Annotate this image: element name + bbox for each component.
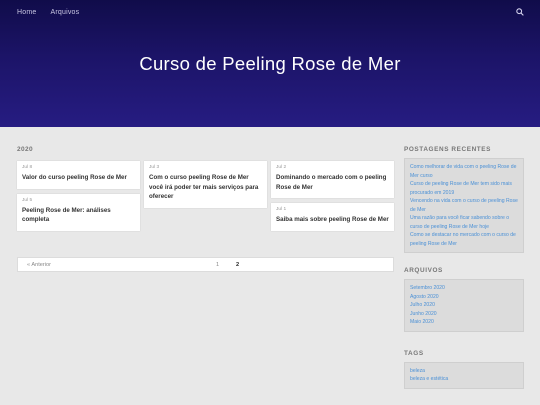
archive-link[interactable]: Julho 2020 xyxy=(410,301,518,310)
year-heading: 2020 xyxy=(17,146,34,153)
post-title[interactable]: Peeling Rose de Mer: análises completa xyxy=(22,206,135,225)
post-grid: 2020 Jul 8 Valor do curso peeling Rose d… xyxy=(17,146,394,231)
page-1-link[interactable]: 1 xyxy=(216,262,219,268)
post-date: Jul 2 xyxy=(276,165,287,170)
post-date: Jul 5 xyxy=(22,197,33,203)
post-card[interactable]: Jul 5 Peeling Rose de Mer: análises comp… xyxy=(17,193,140,231)
post-column-1: Jul 8 Valor do curso peeling Rose de Mer… xyxy=(17,161,140,236)
archive-link[interactable]: Maio 2020 xyxy=(410,318,518,327)
tags-heading: TAGS xyxy=(404,349,424,357)
top-nav: Home Arquivos xyxy=(0,0,540,24)
post-card[interactable]: Jul 3 Com o curso peeling Rose de Mer vo… xyxy=(144,161,267,208)
site-title: Curso de Peeling Rose de Mer xyxy=(139,53,401,74)
recent-post-link[interactable]: Vencendo na vida com o curso de peeling … xyxy=(410,197,518,214)
recent-posts-list: Como melhorar de vida com o peeling Rose… xyxy=(404,158,524,253)
archive-link[interactable]: Setembro 2020 xyxy=(410,284,518,293)
page-2-current: 2 xyxy=(236,262,240,268)
post-title[interactable]: Com o curso peeling Rose de Mer você irá… xyxy=(149,173,262,202)
recent-post-link[interactable]: Uma razão para você ficar sabendo sobre … xyxy=(410,214,518,231)
tag-link[interactable]: beleza xyxy=(410,367,518,376)
archive-link[interactable]: Agosto 2020 xyxy=(410,293,518,302)
recent-posts-heading: POSTAGENS RECENTES xyxy=(404,146,492,153)
sidebar: POSTAGENS RECENTES Como melhorar de vida… xyxy=(404,146,524,389)
post-column-3: Jul 2 Dominando o mercado com o peeling … xyxy=(271,161,394,236)
post-card[interactable]: Jul 8 Valor do curso peeling Rose de Mer xyxy=(17,161,140,189)
archives-list: Setembro 2020 Agosto 2020 Julho 2020 Jun… xyxy=(404,279,524,332)
prev-page-link[interactable]: « Anterior xyxy=(27,262,51,268)
post-date: Jul 1 xyxy=(276,207,287,212)
post-column-2: Jul 3 Com o curso peeling Rose de Mer vo… xyxy=(144,161,267,213)
post-title[interactable]: Dominando o mercado com o peeling Rose d… xyxy=(276,173,389,192)
tags-list: beleza beleza e estética xyxy=(404,361,524,389)
post-card[interactable]: Jul 1 Saiba mais sobre peeling Rose de M… xyxy=(271,203,394,231)
pagination: « Anterior 1 2 xyxy=(17,257,394,272)
recent-post-link[interactable]: Como melhorar de vida com o peeling Rose… xyxy=(410,163,518,180)
recent-post-link[interactable]: Como se destacar no mercado com o curso … xyxy=(410,231,518,248)
archives-heading: ARQUIVOS xyxy=(404,267,443,274)
recent-post-link[interactable]: Curso de peeling Rose de Mer tem sido ma… xyxy=(410,180,518,197)
post-date: Jul 3 xyxy=(149,165,160,170)
post-title[interactable]: Valor do curso peeling Rose de Mer xyxy=(22,173,135,183)
post-card[interactable]: Jul 2 Dominando o mercado com o peeling … xyxy=(271,161,394,198)
post-title[interactable]: Saiba mais sobre peeling Rose de Mer xyxy=(276,215,389,225)
post-date: Jul 8 xyxy=(22,165,33,170)
nav-home[interactable]: Home xyxy=(17,9,36,16)
nav-arquivos[interactable]: Arquivos xyxy=(50,9,79,16)
archive-link[interactable]: Junho 2020 xyxy=(410,310,518,319)
tag-link[interactable]: beleza e estética xyxy=(410,375,518,384)
